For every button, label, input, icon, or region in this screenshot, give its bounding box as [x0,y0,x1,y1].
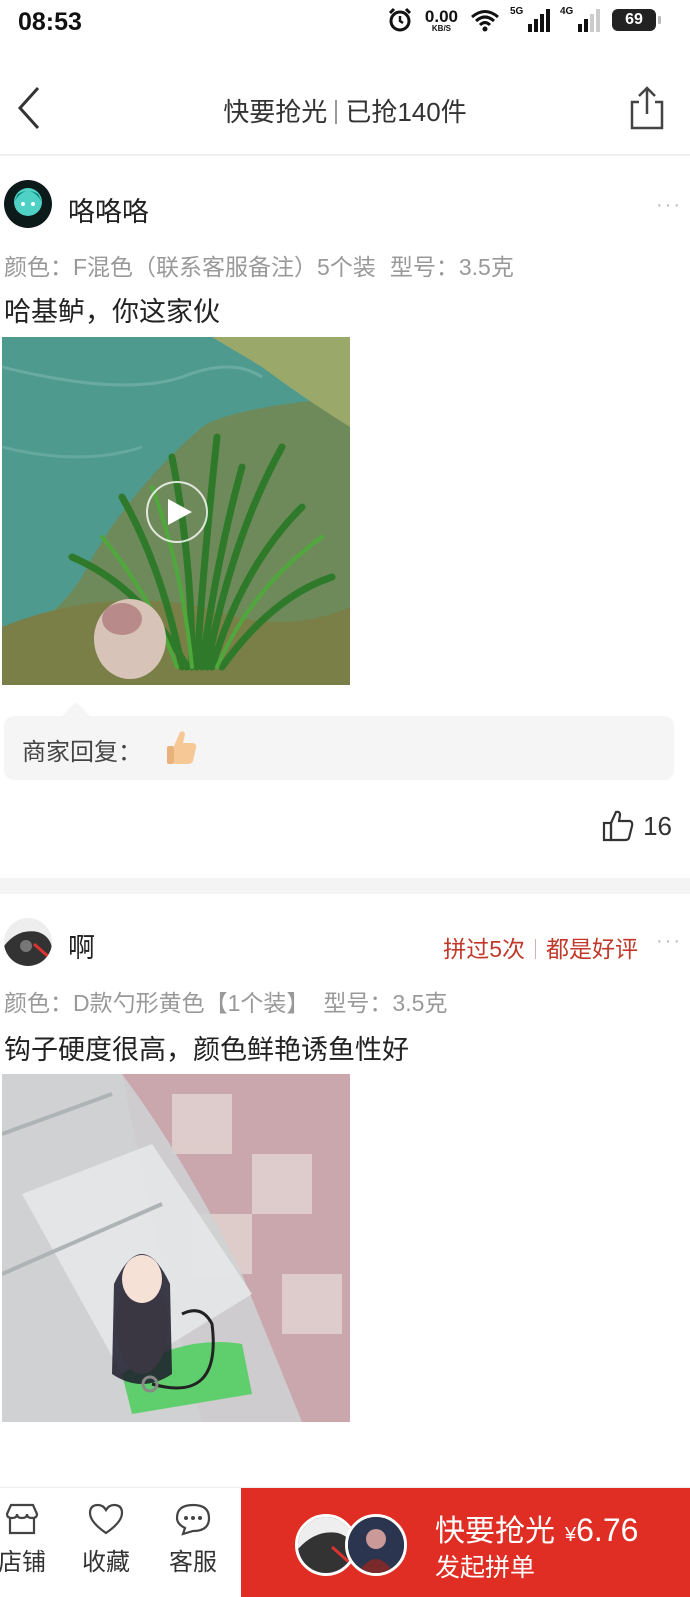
like-count: 16 [643,810,672,841]
status-time: 08:53 [18,8,82,36]
username[interactable]: 咯咯咯 [68,190,149,229]
review-text: 钩子硬度很高，颜色鲜艳诱鱼性好 [4,1035,409,1065]
avatar[interactable] [4,180,52,228]
heart-icon [88,1503,124,1535]
tab-favorite[interactable]: 收藏 [66,1502,146,1577]
chat-icon [175,1503,211,1536]
share-icon[interactable] [628,86,666,130]
review-item: 啊 拼过5次 都是好评 ··· 颜色：D款勺形黄色【1个装】 型号：3.5克 钩子硬… [0,894,690,1454]
bottom-bar: 店铺 收藏 客服 快要抢光 ¥6.76 发起拼单 [0,1487,690,1597]
more-icon[interactable]: ··· [656,930,682,953]
alarm-icon [388,7,411,32]
tab-customer-service[interactable]: 客服 [153,1502,233,1577]
section-divider [0,878,690,894]
buyer-badges: 拼过5次 都是好评 [443,936,638,962]
buy-sub-label: 发起拼单 [435,1554,536,1582]
nav-bar: 快要抢光 已抢140件 [0,58,690,156]
reply-label: 商家回复： [22,739,142,766]
like-button[interactable]: 16 [601,810,672,842]
thumbs-up-emoji-icon [167,731,197,764]
store-icon [5,1503,39,1535]
buyer-avatars [295,1514,415,1576]
battery-icon: 69 [612,9,661,31]
review-video[interactable] [2,337,350,685]
tab-store[interactable]: 店铺 [0,1502,62,1577]
network-speed: 0.00 KB/S [424,6,458,33]
group-buy-button[interactable]: 快要抢光 ¥6.76 发起拼单 [241,1488,690,1597]
status-bar: 08:53 0.00 KB/S 5G 4G 69 [0,0,690,48]
merchant-reply: 商家回复： [4,702,674,780]
sku-info: 颜色：F混色（联系客服备注）5个装 型号：3.5克 [4,254,514,280]
thumbs-up-icon [602,810,634,842]
review-item: 咯咯咯 ··· 颜色：F混色（联系客服备注）5个装 型号：3.5克 哈基鲈，你这家… [0,160,690,880]
page-title: 快要抢光 已抢140件 [223,97,467,127]
status-icons: 0.00 KB/S 5G 4G 69 [387,6,661,33]
avatar [345,1514,407,1576]
signal-5g-icon: 5G [510,6,550,32]
username[interactable]: 啊 [68,926,95,965]
signal-4g-icon: 4G [560,6,600,32]
avatar[interactable] [4,918,52,966]
review-image[interactable] [2,1074,350,1422]
sku-info: 颜色：D款勺形黄色【1个装】 型号：3.5克 [4,990,448,1016]
review-text: 哈基鲈，你这家伙 [4,297,220,327]
more-icon[interactable]: ··· [656,194,682,217]
wifi-icon [471,10,499,32]
buy-price: 快要抢光 ¥6.76 [435,1512,639,1548]
